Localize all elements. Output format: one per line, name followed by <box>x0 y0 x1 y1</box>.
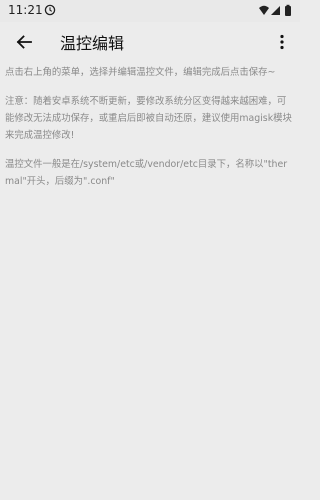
status-icons <box>259 4 291 16</box>
arrow-back-icon <box>16 35 32 49</box>
back-button[interactable] <box>10 28 38 56</box>
signal-icon <box>271 6 280 15</box>
more-menu-button[interactable] <box>270 28 294 56</box>
status-bar: 11:21 <box>0 0 300 22</box>
more-vert-icon <box>280 34 284 50</box>
app-bar: 温控编辑 <box>0 22 300 62</box>
notice-text: 注意：随着安卓系统不断更新，要修改系统分区变得越来越困难，可能修改无法成功保存，… <box>5 96 292 141</box>
page-title: 温控编辑 <box>60 34 125 53</box>
hint-text: 点击右上角的菜单，选择并编辑温控文件，编辑完成后点击保存~ <box>5 67 276 78</box>
status-time: 11:21 <box>8 3 43 17</box>
battery-icon <box>285 4 291 16</box>
clock-icon <box>44 4 56 16</box>
wifi-icon <box>259 5 269 15</box>
content-area: 点击右上角的菜单，选择并编辑温控文件，编辑完成后点击保存~ 注意：随着安卓系统不… <box>5 64 295 202</box>
info-text: 温控文件一般是在/system/etc或/vendor/etc目录下，名称以"t… <box>5 159 288 187</box>
